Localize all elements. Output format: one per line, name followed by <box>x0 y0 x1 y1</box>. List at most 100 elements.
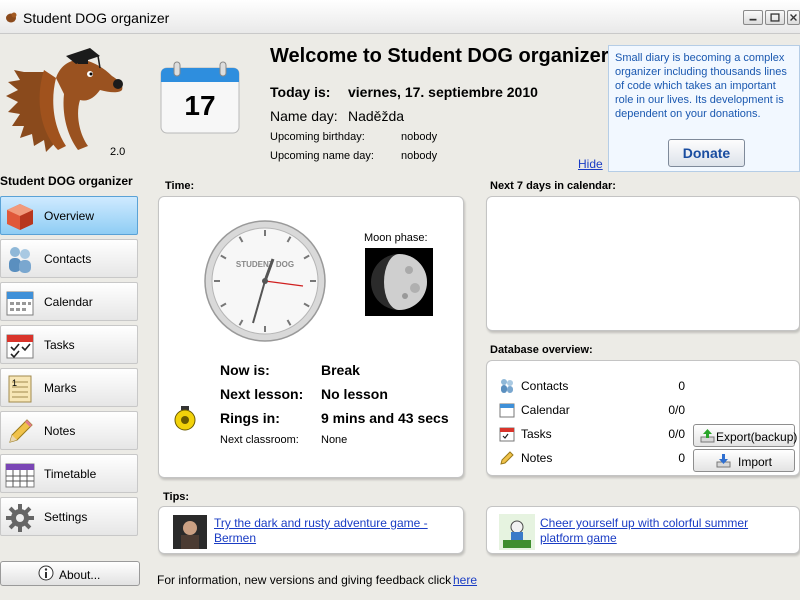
tip-2-link-line-2[interactable]: platform game <box>540 531 617 546</box>
export-backup-button[interactable]: Export(backup) <box>693 424 798 447</box>
next-classroom-label: Next classroom: <box>220 434 299 446</box>
db-notes-count: 0 <box>678 451 685 465</box>
sidebar-item-marks[interactable]: 1 Marks <box>0 368 138 407</box>
calendar-day: 17 <box>184 90 216 121</box>
sidebar-item-contacts[interactable]: Contacts <box>0 239 138 278</box>
tip-1-link-line-2[interactable]: Bermen <box>214 531 256 546</box>
next-lesson-label: Next lesson: <box>220 386 304 402</box>
db-tasks-label: Tasks <box>521 427 552 441</box>
sidebar-item-tasks[interactable]: Tasks <box>0 325 138 364</box>
now-is-label: Now is: <box>220 362 270 378</box>
sidebar-item-overview[interactable]: Overview <box>0 196 138 235</box>
sidebar-item-label: Overview <box>44 209 95 223</box>
now-is-value: Break <box>321 362 360 378</box>
tip-2-link-line-1[interactable]: Cheer yourself up with colorful summer <box>540 516 748 531</box>
calendar-icon <box>6 291 34 316</box>
moon-icon <box>371 254 427 310</box>
people-icon <box>501 379 513 393</box>
dog-logo <box>6 48 123 152</box>
database-panel: Contacts 0 Calendar 0/0 Tasks 0/0 Notes … <box>486 360 800 476</box>
db-contacts-label: Contacts <box>521 379 569 393</box>
tips-section-label: Tips: <box>163 491 190 503</box>
upcoming-birthday-label: Upcoming birthday: <box>270 131 365 143</box>
sidebar-item-label: Tasks <box>44 338 75 352</box>
tip-panel-2: Cheer yourself up with colorful summer p… <box>486 506 800 554</box>
tasks-icon <box>6 334 34 359</box>
next-lesson-value: No lesson <box>321 386 388 402</box>
sidebar-item-label: Marks <box>44 381 77 395</box>
analog-clock: STUDENT DOG <box>204 220 326 342</box>
pencil-icon <box>9 419 33 443</box>
import-label: Import <box>738 455 773 469</box>
cube-icon <box>7 204 33 230</box>
next-classroom-value: None <box>321 434 348 446</box>
db-notes-label: Notes <box>521 451 553 465</box>
maximize-button[interactable] <box>765 10 785 25</box>
close-button[interactable] <box>787 10 800 25</box>
upcoming-nameday-label: Upcoming name day: <box>270 150 374 162</box>
database-section-label: Database overview: <box>490 344 593 356</box>
upcoming-nameday-value: nobody <box>401 150 438 162</box>
version-label: 2.0 <box>110 146 126 158</box>
tip-1-link-line-1[interactable]: Try the dark and rusty adventure game - <box>214 516 428 531</box>
title-bar: Student DOG organizer <box>0 0 800 34</box>
calendar-date-tile: 17 <box>160 60 240 134</box>
import-icon <box>716 454 731 468</box>
db-contacts-count: 0 <box>678 379 685 393</box>
moon-phase-label: Moon phase: <box>364 232 428 244</box>
today-value: viernes, 17. septiembre 2010 <box>348 84 538 100</box>
calendar-icon <box>499 403 515 418</box>
tip-panel-1: Try the dark and rusty adventure game - … <box>158 506 464 554</box>
clock-brand: STUDENT DOG <box>236 260 294 269</box>
sidebar-item-label: Settings <box>44 510 88 524</box>
sidebar-item-calendar[interactable]: Calendar <box>0 282 138 321</box>
sidebar-item-label: Timetable <box>44 467 97 481</box>
nameday-label: Name day: <box>270 108 338 124</box>
main-window: 2.0 Student DOG organizer Overview Conta… <box>0 34 800 600</box>
about-button[interactable]: About... <box>0 561 140 586</box>
upcoming-birthday-value: nobody <box>401 131 438 143</box>
welcome-title: Welcome to Student DOG organizer! <box>270 45 616 67</box>
sidebar-item-timetable[interactable]: Timetable <box>0 454 138 493</box>
donate-box: Small diary is becoming a complex organi… <box>608 45 800 172</box>
time-panel: STUDENT DOG Moon phase: Now is: Break Ne… <box>158 196 464 478</box>
svg-text:1: 1 <box>12 378 17 388</box>
info-icon <box>38 565 54 581</box>
db-calendar-count: 0/0 <box>668 403 685 417</box>
moon-phase-image <box>365 248 433 316</box>
donate-button[interactable]: Donate <box>668 139 745 167</box>
app-dog-icon <box>6 12 17 23</box>
today-label: Today is: <box>270 84 331 100</box>
sidebar-item-notes[interactable]: Notes <box>0 411 138 450</box>
export-label: Export(backup) <box>716 430 798 444</box>
footer-here-link[interactable]: here <box>453 573 477 587</box>
import-button[interactable]: Import <box>693 449 795 472</box>
people-icon <box>9 247 31 273</box>
db-tasks-count: 0/0 <box>668 427 685 441</box>
tasks-icon <box>499 427 515 442</box>
bermen-thumbnail <box>173 515 207 549</box>
time-section-label: Time: <box>165 180 195 192</box>
marks-icon: 1 <box>8 375 32 403</box>
rings-in-label: Rings in: <box>220 410 280 426</box>
timetable-icon <box>5 463 35 488</box>
donate-text: Small diary is becoming a complex organi… <box>615 52 787 120</box>
rings-in-value: 9 mins and 43 secs <box>321 410 449 426</box>
gear-icon <box>6 504 34 532</box>
calendar-section-label: Next 7 days in calendar: <box>490 180 616 192</box>
footer-text: For information, new versions and giving… <box>157 573 452 587</box>
pencil-icon <box>500 451 514 465</box>
bell-icon <box>174 406 196 431</box>
platform-game-thumbnail <box>499 514 535 550</box>
sidebar-item-label: Notes <box>44 424 76 438</box>
window-title: Student DOG organizer <box>23 10 170 26</box>
db-calendar-label: Calendar <box>521 403 570 417</box>
sidebar-item-label: Contacts <box>44 252 92 266</box>
export-icon <box>700 429 715 443</box>
next-7-days-panel <box>486 196 800 331</box>
hide-link[interactable]: Hide <box>578 157 603 171</box>
minimize-button[interactable] <box>743 10 763 25</box>
about-label: About... <box>59 568 101 582</box>
sidebar-item-settings[interactable]: Settings <box>0 497 138 536</box>
app-name: Student DOG organizer <box>0 174 133 188</box>
